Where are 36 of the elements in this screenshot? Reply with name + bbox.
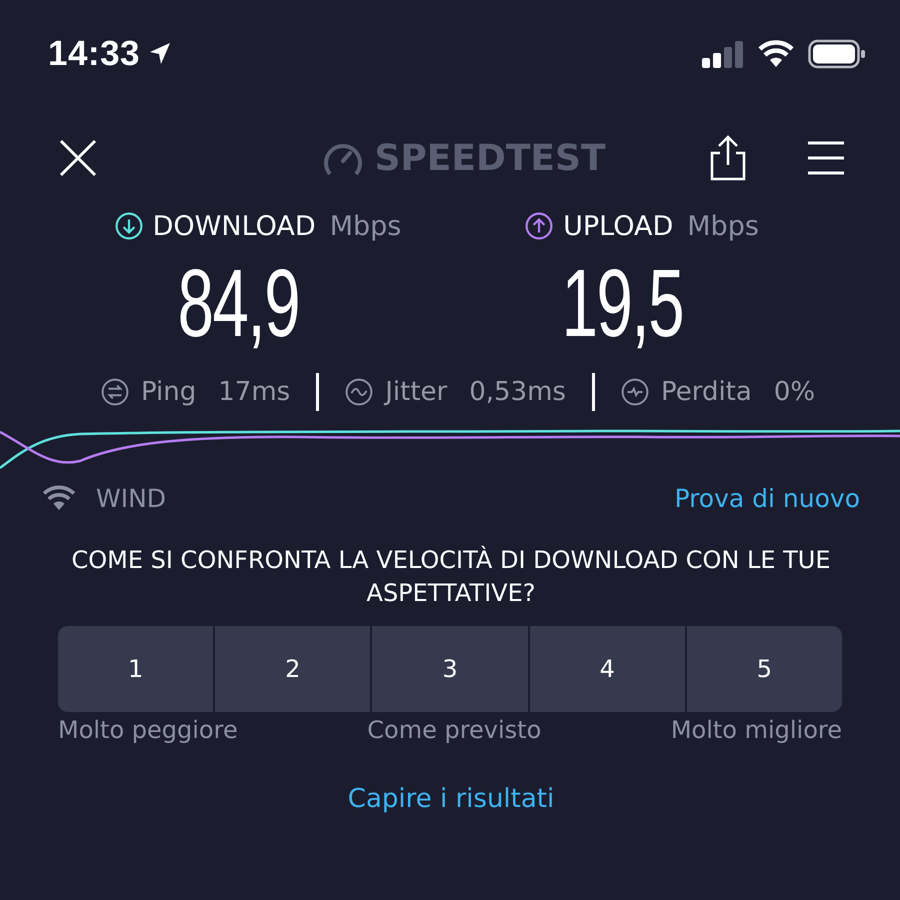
- metric-label: Ping: [140, 377, 196, 407]
- speed-value: 19,5: [561, 249, 683, 359]
- close-button[interactable]: [58, 138, 98, 178]
- battery-icon: [808, 39, 866, 69]
- wave-circle-icon: [345, 378, 374, 406]
- rating-option[interactable]: 2: [215, 626, 370, 712]
- scale-label: Come previsto: [367, 716, 542, 744]
- rating-option[interactable]: 4: [530, 626, 685, 712]
- wifi-icon: [758, 40, 794, 68]
- scale-label: Molto migliore: [670, 716, 842, 744]
- unit-label: Mbps: [330, 210, 402, 242]
- arrows-circle-icon: [100, 378, 129, 406]
- retry-link[interactable]: Prova di nuovo: [674, 484, 860, 512]
- result-label: DOWNLOAD: [152, 210, 316, 242]
- rating-option[interactable]: 3: [372, 626, 528, 712]
- signal-icon: [702, 40, 744, 68]
- metric-value: 0,53ms: [469, 377, 566, 407]
- scale-label: Molto peggiore: [58, 716, 238, 744]
- share-button[interactable]: [710, 135, 746, 181]
- wifi-icon: [42, 485, 76, 511]
- rating-option[interactable]: 5: [686, 626, 842, 712]
- speed-value: 84,9: [177, 249, 299, 359]
- menu-button[interactable]: [808, 141, 844, 175]
- pulse-circle-icon: [620, 378, 649, 406]
- app-logo: SPEEDTEST: [374, 138, 606, 178]
- results-info-link[interactable]: Capire i risultati: [348, 784, 554, 814]
- metric-value: 17ms: [218, 377, 290, 407]
- rating-option[interactable]: 1: [58, 626, 214, 712]
- metric-value: 0%: [774, 377, 816, 407]
- clock-time: 14:33: [48, 34, 140, 74]
- unit-label: Mbps: [687, 210, 759, 242]
- network-name: WIND: [96, 484, 166, 512]
- metric-label: Jitter: [385, 377, 448, 407]
- metric-label: Perdita: [660, 377, 752, 407]
- survey-question: COME SI CONFRONTA LA VELOCITÀ DI DOWNLOAD CON LE TUE ASPETTATIVE?: [70, 544, 832, 609]
- result-label: UPLOAD: [563, 210, 674, 242]
